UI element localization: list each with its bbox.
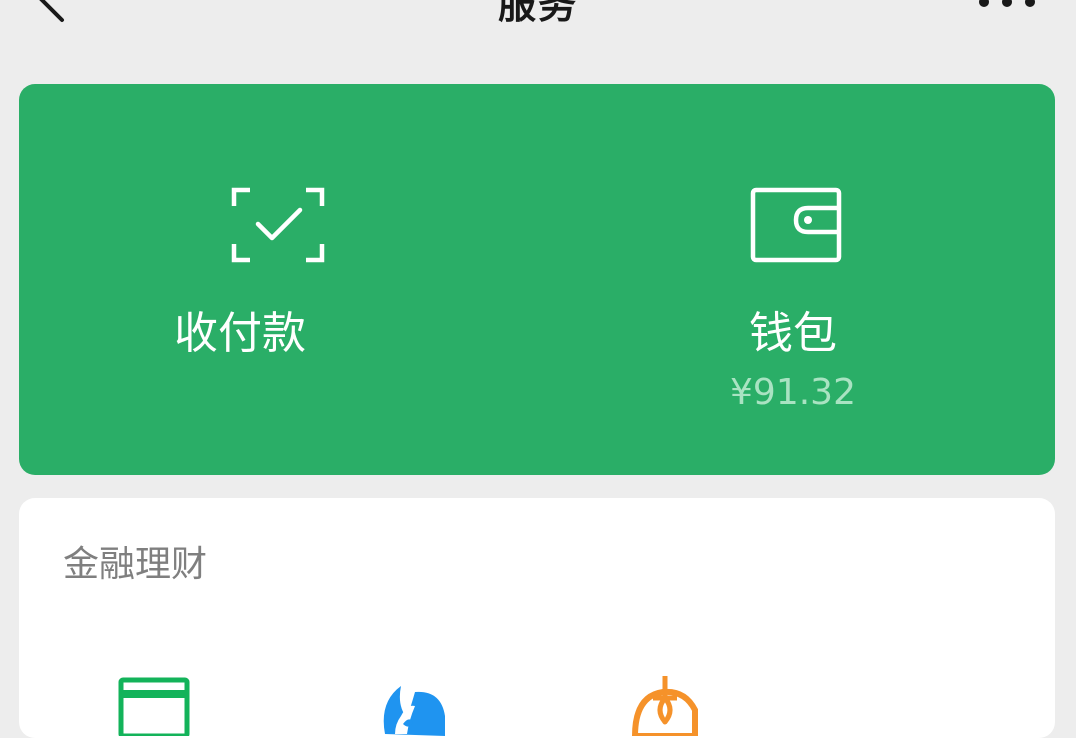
section-title: 金融理财 — [63, 544, 208, 585]
receive-pay-label: 收付款 — [174, 308, 306, 359]
page-title: 服务 — [497, 0, 578, 27]
receive-pay-button[interactable]: 收付款 — [19, 84, 537, 475]
payment-card: 收付款 钱包 ¥91.32 — [19, 84, 1055, 475]
licaitong-icon[interactable] — [371, 676, 451, 736]
credit-card-icon[interactable] — [115, 676, 195, 736]
wallet-icon — [750, 187, 842, 263]
more-dots-icon[interactable] — [972, 0, 1042, 14]
wallet-label: 钱包 — [749, 308, 837, 359]
wallet-button[interactable]: 钱包 ¥91.32 — [537, 84, 1055, 475]
wallet-balance: ¥91.32 — [730, 372, 856, 413]
scan-pay-icon — [231, 187, 325, 263]
insurance-icon[interactable] — [625, 676, 705, 736]
finance-section: 金融理财 — [19, 498, 1055, 738]
top-bar: 服务 — [0, 0, 1076, 60]
